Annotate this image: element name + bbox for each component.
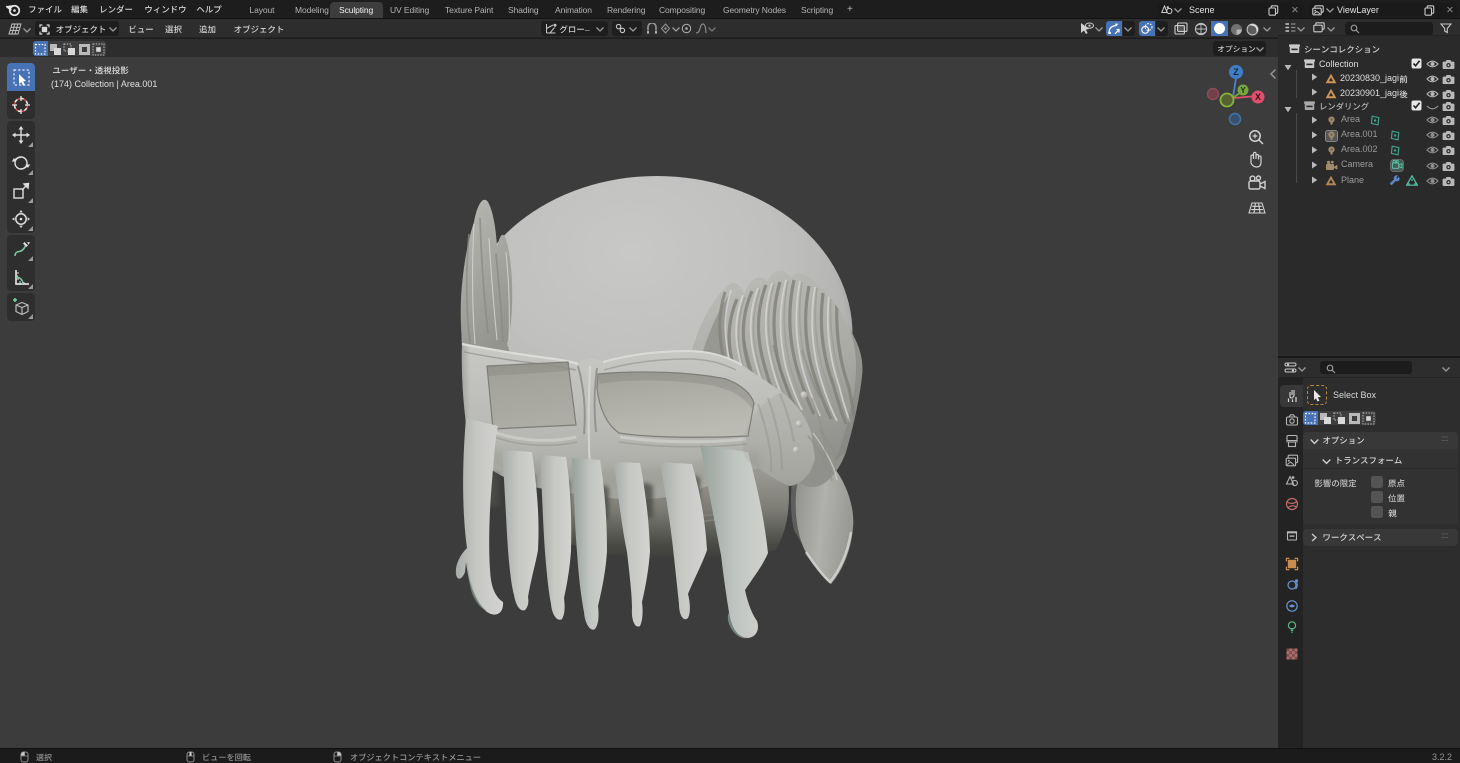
svg-text:Y: Y [1240,86,1246,95]
svg-text:X: X [1255,92,1261,102]
svg-text:Z: Z [1233,67,1239,77]
